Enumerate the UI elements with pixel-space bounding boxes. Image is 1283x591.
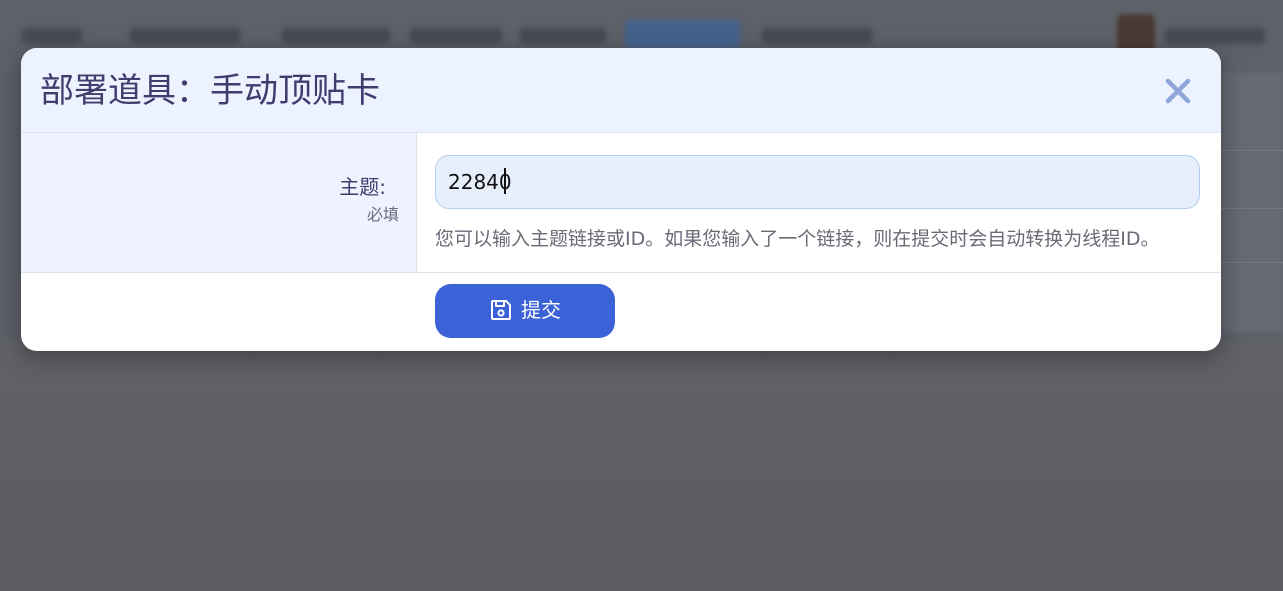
topic-input-wrapper (435, 155, 1200, 209)
background-username (1165, 28, 1265, 44)
background-avatar (1117, 14, 1155, 52)
background-divider (1221, 150, 1283, 151)
save-icon (491, 300, 511, 320)
submit-label: 提交 (521, 300, 561, 322)
background-divider (1221, 208, 1283, 209)
background-nav-item (282, 28, 390, 44)
background-nav-item (130, 28, 240, 44)
background-content-strip (1221, 72, 1283, 332)
dialog-title: 部署道具：手动顶贴卡 (40, 71, 380, 111)
topic-label: 主题: (339, 175, 386, 199)
dialog-header: 部署道具：手动顶贴卡 (21, 48, 1221, 133)
close-icon (1165, 78, 1191, 104)
background-nav-item-active (625, 20, 740, 48)
topic-help-text: 您可以输入主题链接或ID。如果您输入了一个链接，则在提交时会自动转换为线程ID。 (435, 228, 1160, 250)
text-caret (504, 168, 506, 194)
background-nav-item (762, 28, 872, 44)
topic-label-cell: 主题: 必填 (21, 133, 417, 272)
close-button[interactable] (1163, 76, 1193, 106)
background-nav-item (22, 28, 82, 44)
background-nav-item (520, 28, 606, 44)
use-item-dialog: 部署道具：手动顶贴卡 主题: 必填 您可以输入主题链接或ID。如果您输入了一个链… (21, 48, 1221, 351)
background-nav-item (410, 28, 502, 44)
topic-form-row: 主题: 必填 您可以输入主题链接或ID。如果您输入了一个链接，则在提交时会自动转… (21, 133, 1221, 273)
background-divider (1221, 262, 1283, 263)
required-note: 必填 (366, 205, 399, 224)
topic-input[interactable] (448, 156, 1188, 208)
submit-button[interactable]: 提交 (435, 284, 615, 338)
